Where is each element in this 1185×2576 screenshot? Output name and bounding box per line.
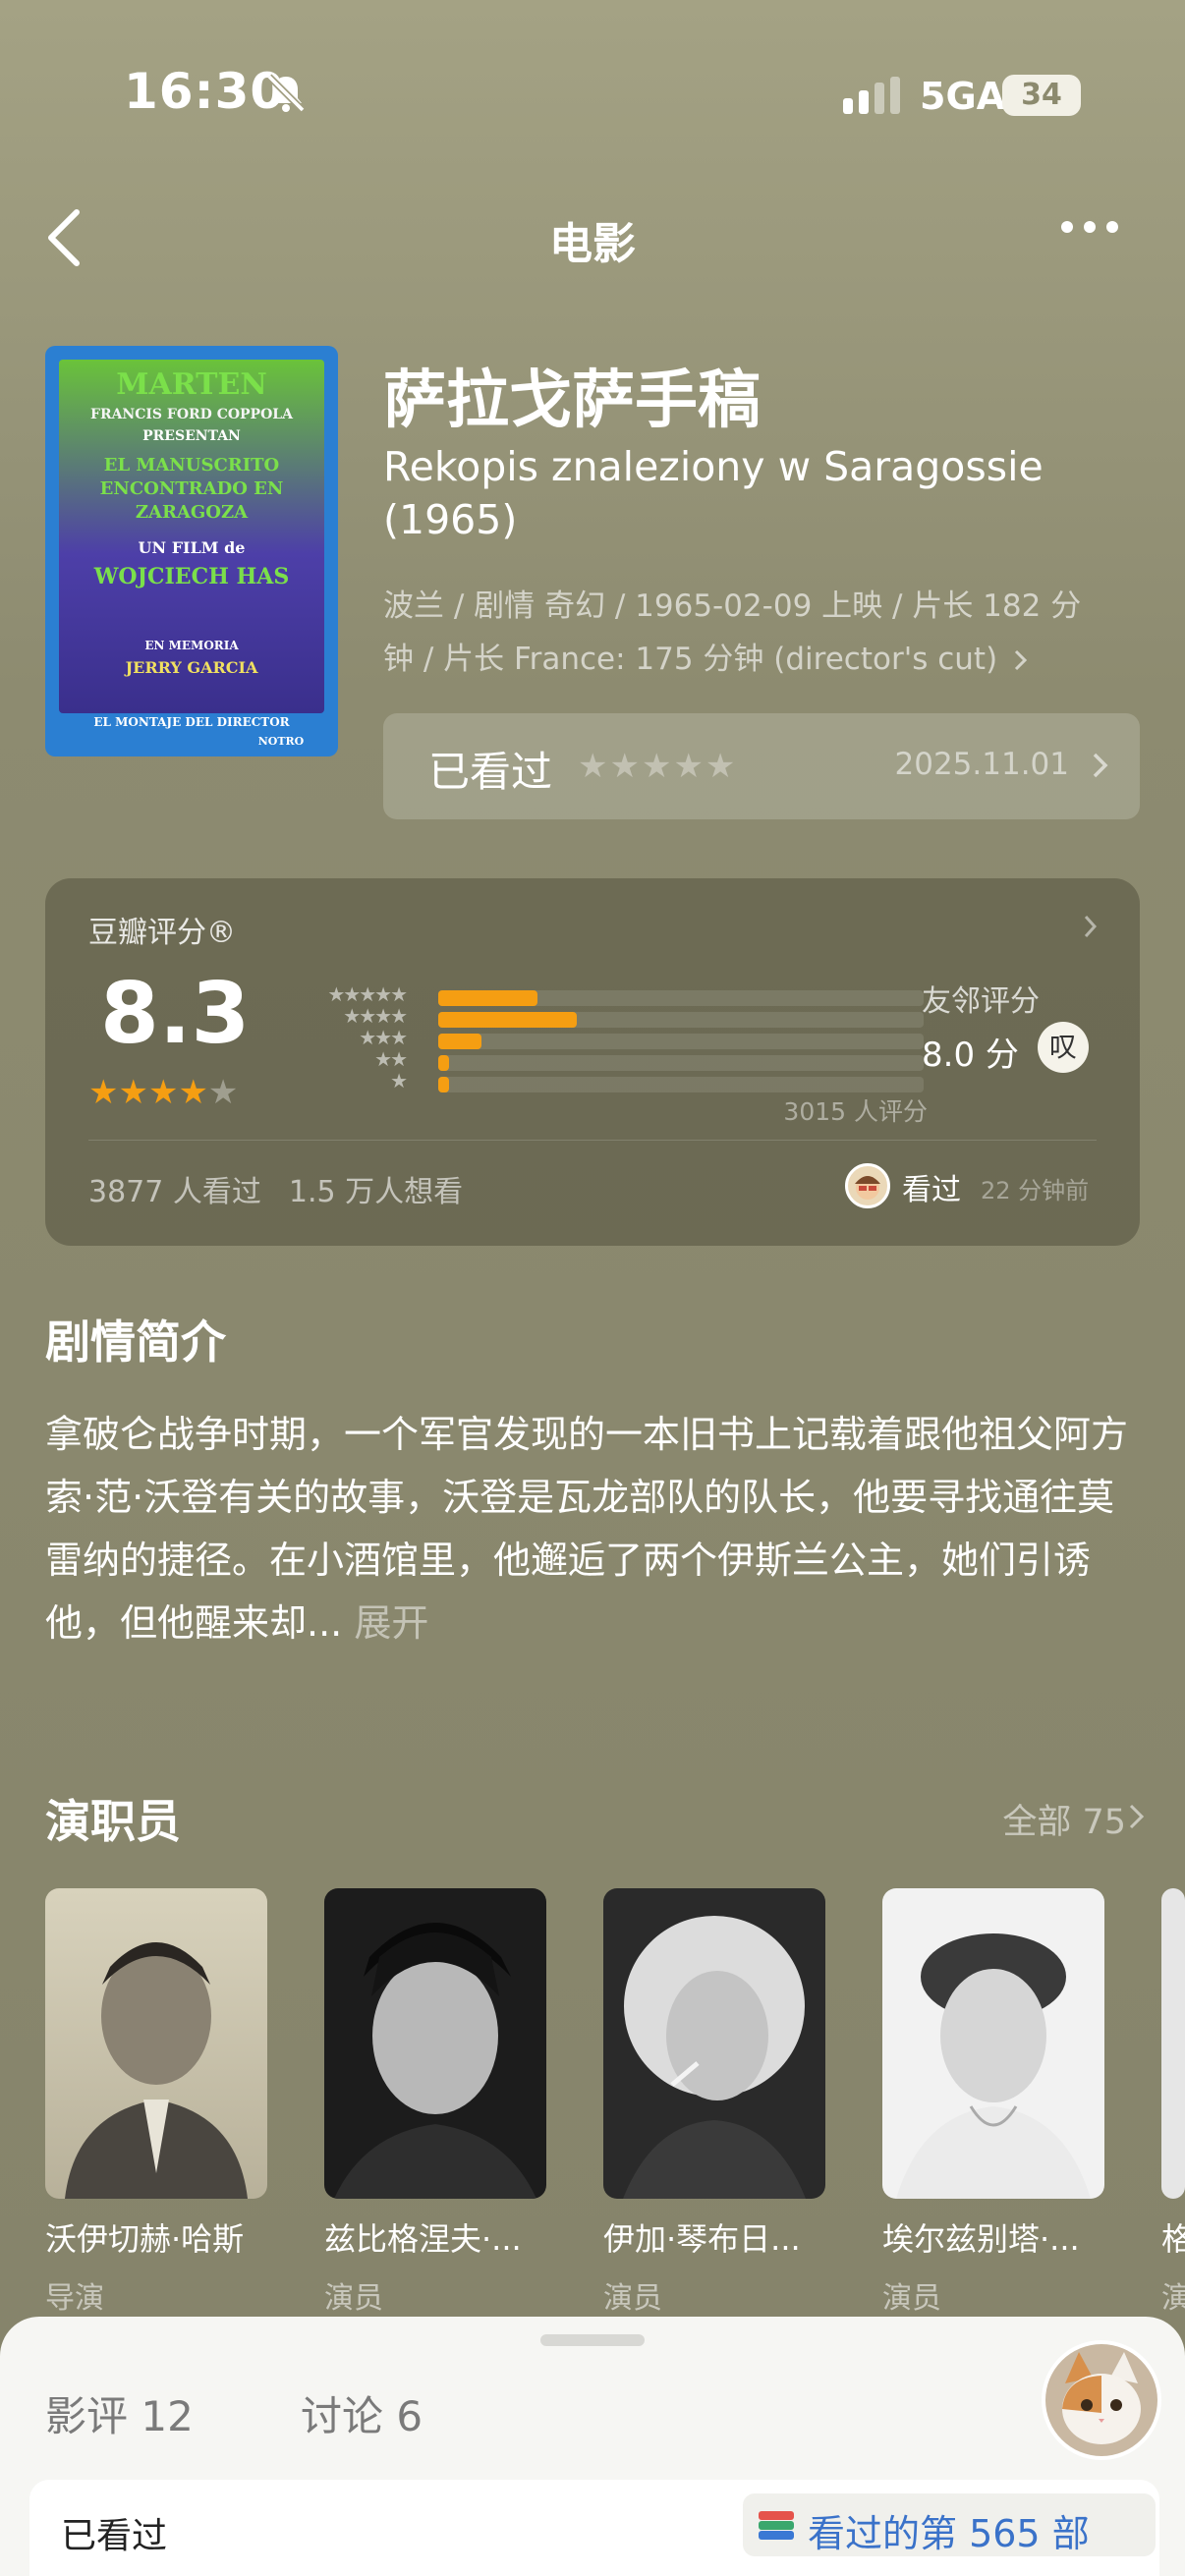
books-icon	[759, 2511, 794, 2540]
rating-dist-row: ★★★	[261, 1026, 930, 1053]
dist-bar	[438, 1055, 449, 1071]
chevron-right-icon	[1084, 915, 1098, 938]
movie-original-title: Rekopis znaleziony w Saragossie (1965)	[383, 443, 1044, 543]
poster-footer: EL MONTAJE DEL DIRECTOR	[93, 715, 290, 729]
cast-photo	[324, 1888, 546, 2199]
poster-text: PRESENTAN	[142, 428, 241, 444]
cast-card[interactable]: 兹比格涅夫·... 演员	[324, 1888, 546, 2317]
cast-name: 格	[1161, 2220, 1185, 2258]
seen-label: 已看过	[61, 2516, 168, 2556]
bottom-sheet[interactable]: 影评 12 讨论 6 已看过 看过的第 565 部	[0, 2317, 1185, 2576]
watched-status[interactable]: 已看过 ★★★★★ 2025.11.01	[383, 713, 1140, 819]
watched-count: 3877 人看过	[88, 1175, 261, 1209]
nav-title: 电影	[549, 219, 636, 269]
cat-avatar-icon	[1045, 2344, 1157, 2456]
cast-name: 埃尔兹别塔·...	[882, 2220, 1080, 2258]
cast-role: 演员	[603, 2281, 662, 2316]
movie-title: 萨拉戈萨手稿	[383, 364, 761, 437]
avatar[interactable]	[845, 1163, 890, 1208]
cast-role: 演	[1161, 2281, 1185, 2316]
user-avatar[interactable]	[1042, 2340, 1161, 2460]
friend-rating-icon[interactable]: 叹	[1038, 1022, 1089, 1073]
cast-photo	[45, 1888, 267, 2199]
dist-stars: ★★★★	[343, 1004, 408, 1028]
cast-photo	[1161, 1888, 1185, 2199]
poster-text: MARTEN	[116, 367, 267, 402]
status-bar: 16:30 5GA 34	[0, 0, 1185, 196]
cast-title: 演职员	[45, 1795, 181, 1848]
friend-activity: 看过	[902, 1173, 961, 1207]
rating-stars: ★★★★★	[88, 1073, 238, 1112]
rating-stars-empty: ★	[207, 1073, 239, 1112]
tab-reviews[interactable]: 影评 12	[45, 2383, 194, 2443]
rating-stats: 3877 人看过 1.5 万人想看	[88, 1167, 490, 1210]
more-icon[interactable]	[1061, 218, 1132, 237]
status-time: 16:30	[124, 63, 286, 120]
friend-activity-time: 22 分钟前	[981, 1177, 1090, 1204]
poster-logo: NOTRO	[257, 735, 305, 748]
dist-bar	[438, 1077, 449, 1092]
movie-meta[interactable]: 波兰 / 剧情 奇幻 / 1965-02-09 上映 / 片长 182 分钟 /…	[383, 580, 1110, 686]
sheet-grabber[interactable]	[540, 2334, 645, 2346]
poster-text: EL MANUSCRITO ENCONTRADO EN ZARAGOZA	[99, 455, 284, 523]
seen-count-text: 看过的第 565 部	[808, 2512, 1090, 2555]
dist-stars: ★★★★★	[327, 982, 408, 1006]
cast-photo	[603, 1888, 825, 2199]
my-rating-stars[interactable]: ★★★★★	[578, 747, 737, 786]
movie-meta-text: 波兰 / 剧情 奇幻 / 1965-02-09 上映 / 片长 182 分钟 /…	[383, 588, 1082, 677]
avatar-face-icon	[855, 1176, 880, 1200]
chevron-right-icon	[1093, 753, 1108, 778]
synopsis-text: 拿破仑战争时期，一个军官发现的一本旧书上记载着跟他祖父阿方索·范·沃登有关的故事…	[45, 1403, 1146, 1654]
cast-role: 演员	[324, 2281, 383, 2316]
rating-heading: 豆瓣评分®	[88, 916, 236, 950]
chevron-right-icon	[1014, 649, 1028, 671]
cast-card[interactable]: 伊加·琴布日... 演员	[603, 1888, 825, 2317]
synopsis-body: 拿破仑战争时期，一个军官发现的一本旧书上记载着跟他祖父阿方索·范·沃登有关的故事…	[45, 1413, 1129, 1645]
tab-discussion[interactable]: 讨论 6	[301, 2383, 423, 2443]
rating-dist-row: ★★	[261, 1047, 930, 1075]
cast-role: 导演	[45, 2281, 104, 2316]
cast-card[interactable]: 沃伊切赫·哈斯 导演	[45, 1888, 267, 2317]
seen-count-badge[interactable]: 看过的第 565 部	[743, 2493, 1156, 2556]
cast-all-link[interactable]: 全部 75	[1002, 1794, 1126, 1844]
cast-name: 伊加·琴布日...	[603, 2220, 801, 2258]
watched-date: 2025.11.01	[894, 747, 1070, 782]
cast-name: 兹比格涅夫·...	[324, 2220, 522, 2258]
rating-count: 3015 人评分	[783, 1097, 928, 1126]
cast-card[interactable]: 埃尔兹别塔·... 演员	[882, 1888, 1104, 2317]
poster-text: EN MEMORIA	[144, 639, 239, 652]
wish-count: 1.5 万人想看	[288, 1175, 464, 1209]
bell-slash-icon	[266, 74, 306, 113]
watched-label: 已看过	[428, 748, 553, 796]
rating-stars-filled: ★★★★	[88, 1073, 208, 1112]
dist-stars: ★	[390, 1069, 408, 1092]
dist-bar	[438, 1012, 577, 1028]
dist-bar	[438, 990, 538, 1006]
synopsis-title: 剧情简介	[45, 1316, 226, 1369]
divider	[88, 1140, 1097, 1141]
friend-rating-label: 友邻评分	[922, 984, 1040, 1019]
signal-icon	[843, 77, 900, 114]
friend-rating-score: 8.0 分	[922, 1036, 1019, 1075]
chevron-right-icon[interactable]	[1128, 1802, 1146, 1831]
rating-score: 8.3	[100, 965, 251, 1063]
cast-role: 演员	[882, 2281, 941, 2316]
poster-text: JERRY GARCIA	[125, 658, 258, 677]
dist-bar	[438, 1034, 482, 1049]
rating-card[interactable]: 豆瓣评分® 8.3 ★★★★★ ★★★★★ ★★★★ ★★★ ★★ ★ 3015…	[45, 878, 1140, 1246]
movie-poster[interactable]: MARTEN FRANCIS FORD COPPOLA PRESENTAN EL…	[45, 346, 338, 756]
network-type: 5GA	[920, 75, 1006, 118]
cast-photo	[882, 1888, 1104, 2199]
cast-name: 沃伊切赫·哈斯	[45, 2220, 245, 2258]
poster-text: FRANCIS FORD COPPOLA	[90, 407, 293, 422]
expand-link[interactable]: 展开	[354, 1601, 428, 1645]
seen-card[interactable]: 已看过 看过的第 565 部	[29, 2480, 1159, 2576]
poster-text: UN FILM de	[138, 538, 246, 557]
dist-stars: ★★★	[359, 1026, 408, 1049]
poster-text: WOJCIECH HAS	[93, 564, 290, 589]
dist-stars: ★★	[374, 1047, 408, 1071]
battery-indicator: 34	[1002, 75, 1081, 116]
cast-card[interactable]: 格 演	[1161, 1888, 1185, 2317]
